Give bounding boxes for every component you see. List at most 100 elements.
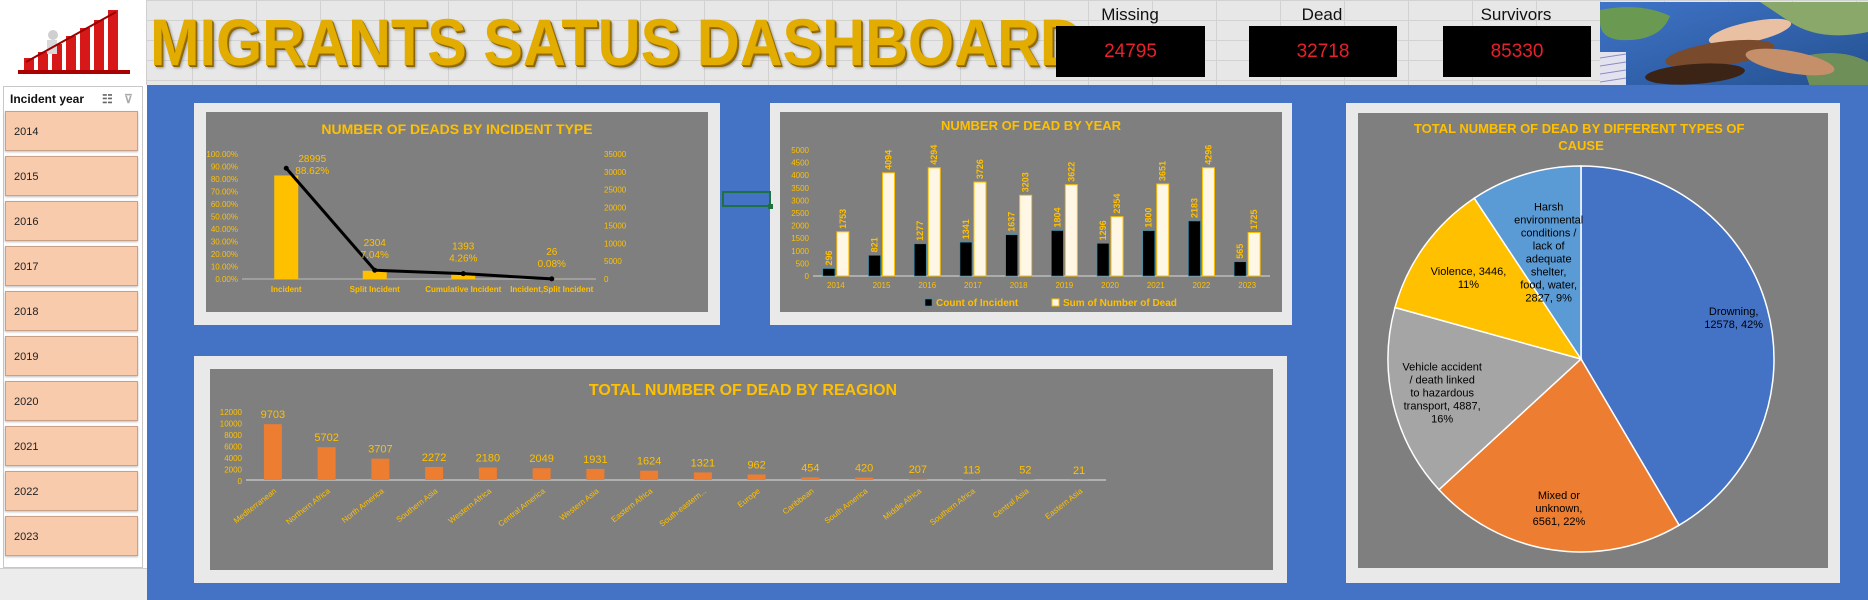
region-bar [801,477,820,480]
year-tick-label: 2023 [1238,281,1256,290]
right-axis-tick: 15000 [604,221,627,230]
left-axis-tick: 90.00% [211,163,238,172]
incident-type-chart[interactable]: NUMBER OF DEADS BY INCIDENT TYPE 0.00% 10… [206,112,708,312]
slicer-item-2020[interactable]: 2020 [5,381,138,421]
region-tick-label: Central America [496,486,547,528]
region-bar [532,468,551,480]
incident-count-label: 1804 [1052,208,1062,228]
y-axis-tick: 2000 [224,466,242,475]
bar-value-label: 28995 [298,154,326,165]
dead-sum-label: 4296 [1203,145,1213,165]
incident-count-label: 1637 [1007,212,1017,232]
multi-select-icon[interactable]: ☷ [102,92,113,106]
growth-chart-logo-icon [18,10,130,74]
legend-dead-swatch [1051,298,1060,307]
region-bar [371,458,390,480]
slicer-item-2022[interactable]: 2022 [5,471,138,511]
y-axis-tick: 1000 [791,247,809,256]
kpi-dead-value: 32718 [1249,26,1397,77]
region-tick-label: Caribbean [781,486,816,516]
region-value-label: 420 [855,463,873,475]
selected-cell[interactable] [722,191,773,209]
slicer-title: Incident year [10,92,85,106]
left-axis-tick: 40.00% [211,225,238,234]
y-axis-tick: 3000 [791,196,809,205]
pie-slice-label: Mixed or unknown, 6561, 22% [1533,490,1586,528]
left-axis-tick: 20.00% [211,250,238,259]
legend-incident-label: Count of Incident [936,298,1019,309]
region-bar [908,478,927,480]
region-value-label: 9703 [261,409,285,421]
clear-filter-icon[interactable]: ⊽ [124,92,133,106]
left-axis-tick: 60.00% [211,200,238,209]
region-value-label: 3707 [368,444,392,456]
region-bar [855,477,874,480]
incident-count-bar [959,241,973,277]
region-chart[interactable]: TOTAL NUMBER OF DEAD BY REAGION 0 2000 400… [210,369,1273,570]
slicer-item-2016[interactable]: 2016 [5,201,138,241]
region-tick-label: South America [823,486,870,525]
region-chart-svg: TOTAL NUMBER OF DEAD BY REAGION 0 2000 400… [220,382,1106,529]
region-tick-label: Eastern Asia [1043,486,1084,521]
category-label: Split Incident [350,285,401,294]
y-axis-tick: 8000 [224,431,242,440]
dead-sum-bar [1156,183,1170,277]
region-value-label: 113 [963,464,981,476]
dead-by-year-chart[interactable]: NUMBER OF DEAD BY YEAR 0 500 1000 1500 2000 2… [780,112,1282,312]
year-tick-label: 2015 [873,281,891,290]
incident-count-bar [1096,243,1110,277]
region-value-label: 962 [747,459,765,471]
y-axis-tick: 6000 [224,443,242,452]
region-bar [640,470,659,480]
incident-type-chart-svg: NUMBER OF DEADS BY INCIDENT TYPE 0.00% 10… [206,121,627,294]
year-tick-label: 2022 [1193,281,1211,290]
slicer-item-2021[interactable]: 2021 [5,426,138,466]
y-axis-tick: 12000 [220,408,243,417]
region-value-label: 21 [1073,465,1085,477]
y-axis-tick: 0 [238,477,243,486]
slicer-item-2014[interactable]: 2014 [5,111,138,151]
percent-point [283,165,289,171]
dead-sum-label: 3622 [1066,162,1076,182]
slicer-item-2017[interactable]: 2017 [5,246,138,286]
year-tick-label: 2016 [918,281,936,290]
region-value-label: 52 [1019,465,1031,477]
incident-count-label: 2183 [1189,198,1199,218]
logo-box [0,0,147,85]
cause-pie-chart[interactable]: TOTAL NUMBER OF DEAD BY DIFFERENT TYPES … [1358,113,1828,568]
right-axis-tick: 10000 [604,239,627,248]
dead-sum-bar [927,167,941,277]
dead-sum-label: 1725 [1249,209,1259,229]
dead-sum-label: 4094 [884,150,894,170]
incident-count-bar [868,255,881,277]
right-axis-tick: 0 [604,275,609,284]
category-label: Incident,Split Incident [510,285,593,294]
slicer-item-2023[interactable]: 2023 [5,516,138,556]
category-label: Incident [271,285,302,294]
dead-sum-label: 3651 [1158,161,1168,181]
slicer-item-2019[interactable]: 2019 [5,336,138,376]
kpi-missing-label: Missing [1101,5,1159,24]
y-axis-tick: 4000 [791,171,809,180]
region-bar [962,479,981,480]
kpi-survivors-label: Survivors [1480,5,1552,24]
slicer-item-2018[interactable]: 2018 [5,291,138,331]
region-bar [586,468,605,480]
incident-count-label: 1800 [1144,208,1154,228]
region-bar [693,472,712,480]
hands-photo [1600,2,1868,87]
incident-count-bar [1233,261,1247,277]
kpi-dead-label: Dead [1301,5,1343,24]
year-tick-label: 2018 [1010,281,1028,290]
percent-line [285,167,552,281]
region-bar [478,467,497,480]
sheet-grid-bottom [0,568,147,600]
legend-incident-swatch [924,298,933,307]
incident-count-bar [1188,220,1201,277]
region-value-label: 5702 [314,432,338,444]
percent-point [372,267,378,273]
left-axis-tick: 0.00% [215,275,238,284]
slicer-item-2015[interactable]: 2015 [5,156,138,196]
region-tick-label: Middle Africa [881,486,923,522]
right-axis-tick: 30000 [604,168,627,177]
